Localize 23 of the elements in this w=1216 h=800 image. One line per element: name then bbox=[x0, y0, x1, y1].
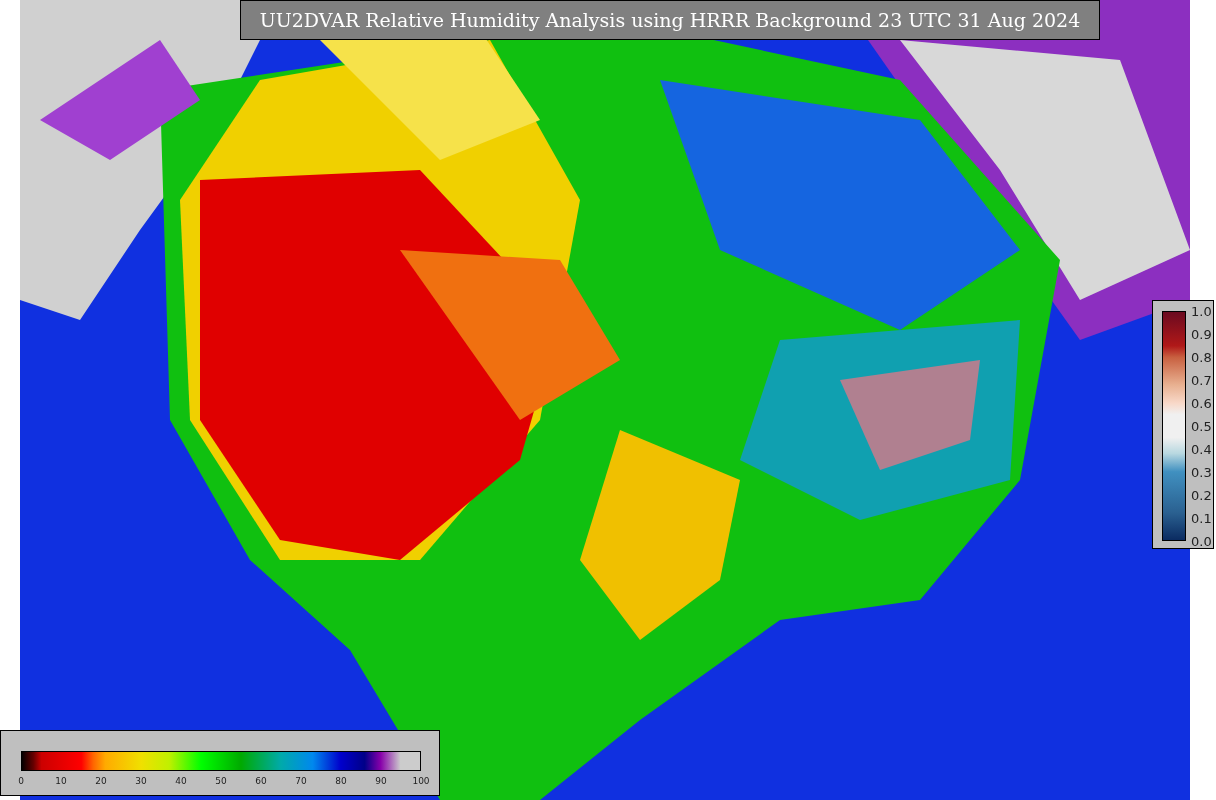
colorbar-tick-label: 40 bbox=[175, 775, 187, 788]
colorbar-tick-label: 90 bbox=[375, 775, 387, 788]
colorbar-tick-label: 0.6 bbox=[1191, 396, 1212, 410]
map-title: UU2DVAR Relative Humidity Analysis using HRRR Background 23 UTC 31 Aug 2024 bbox=[240, 0, 1100, 40]
colorbar-tick-label: 10 bbox=[55, 775, 67, 788]
colorbar-tick-label: 0.5 bbox=[1191, 419, 1212, 433]
colorbar-tick-label: 0.4 bbox=[1191, 442, 1212, 456]
colorbar-tick-label: 80 bbox=[335, 775, 347, 788]
colorbar-tick-label: 0.2 bbox=[1191, 488, 1212, 502]
colorbar-tick-label: 0.8 bbox=[1191, 350, 1212, 364]
colorbar-tick-label: 50 bbox=[215, 775, 227, 788]
colorbar-tick-label: 20 bbox=[95, 775, 107, 788]
colorbar-tick-label: 0.9 bbox=[1191, 327, 1212, 341]
colorbar-tick-label: 30 bbox=[135, 775, 147, 788]
colorbar-tick-label: 100 bbox=[412, 775, 430, 788]
colorbar-tick-label: 0.1 bbox=[1191, 511, 1212, 525]
colorbar-tick-label: 70 bbox=[295, 775, 307, 788]
colorbar-tick-label: 0.0 bbox=[1191, 534, 1212, 548]
colorbar-tick-label: 0 bbox=[18, 775, 24, 788]
colorbar-tick-label: 0.7 bbox=[1191, 373, 1212, 387]
colorbar-tick-label: 0.3 bbox=[1191, 465, 1212, 479]
colorbar-tick-label: 1.0 bbox=[1191, 304, 1212, 318]
colorbar-tick-label: 60 bbox=[255, 775, 267, 788]
